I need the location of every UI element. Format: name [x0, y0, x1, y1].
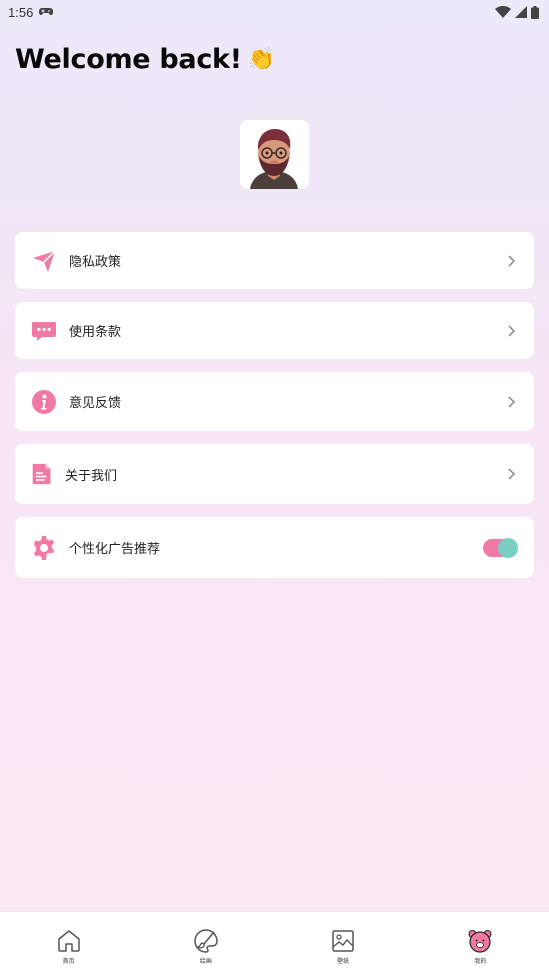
avatar-illustration [240, 120, 309, 189]
tab-label: 绘画 [199, 958, 212, 965]
menu-item-label: 个性化广告推荐 [69, 542, 161, 557]
clapping-hands-icon: 👏 [247, 47, 275, 72]
menu-item-feedback[interactable]: 意见反馈 [15, 372, 534, 431]
chevron-right-icon [508, 395, 516, 408]
menu-item-label: 意见反馈 [69, 396, 122, 411]
tab-wallpaper[interactable]: 壁纸 [275, 912, 412, 975]
image-icon [332, 930, 354, 952]
gamepad-icon [39, 8, 54, 15]
status-time: 1:56 [8, 4, 34, 20]
page-title: Welcome back! [15, 44, 242, 75]
bear-icon [468, 930, 492, 953]
menu-item-label: 隐私政策 [69, 255, 122, 270]
tab-label: 壁纸 [337, 958, 350, 965]
gear-icon [33, 535, 55, 560]
tab-painting[interactable]: 绘画 [137, 912, 274, 975]
welcome-heading: Welcome back! 👏 [15, 44, 275, 75]
battery-icon [531, 5, 539, 19]
wifi-icon [495, 6, 511, 18]
chat-icon [32, 321, 56, 341]
status-bar: 1:56 [0, 0, 549, 24]
bottom-tab-bar: 首页 绘画 壁纸 我的 [0, 911, 549, 975]
tab-mine[interactable]: 我的 [412, 912, 549, 975]
info-icon [32, 389, 56, 414]
tab-label: 我的 [474, 958, 487, 965]
menu-item-label: 使用条款 [69, 325, 122, 340]
menu-item-terms[interactable]: 使用条款 [15, 302, 534, 359]
tab-home[interactable]: 首页 [0, 912, 137, 975]
menu-item-ads: 个性化广告推荐 [15, 517, 534, 578]
document-icon [32, 463, 51, 485]
menu-item-about[interactable]: 关于我们 [15, 444, 534, 504]
toggle-knob [498, 537, 518, 558]
signal-icon [515, 6, 527, 18]
ads-toggle[interactable] [483, 537, 518, 558]
tab-label: 首页 [62, 958, 75, 965]
menu-item-privacy[interactable]: 隐私政策 [15, 232, 534, 289]
chevron-right-icon [508, 468, 516, 480]
chevron-right-icon [508, 324, 516, 337]
send-icon [33, 249, 56, 272]
chevron-right-icon [508, 254, 516, 267]
home-icon [57, 930, 80, 952]
menu-item-label: 关于我们 [65, 468, 118, 484]
palette-icon [194, 929, 218, 953]
avatar[interactable] [240, 120, 309, 189]
